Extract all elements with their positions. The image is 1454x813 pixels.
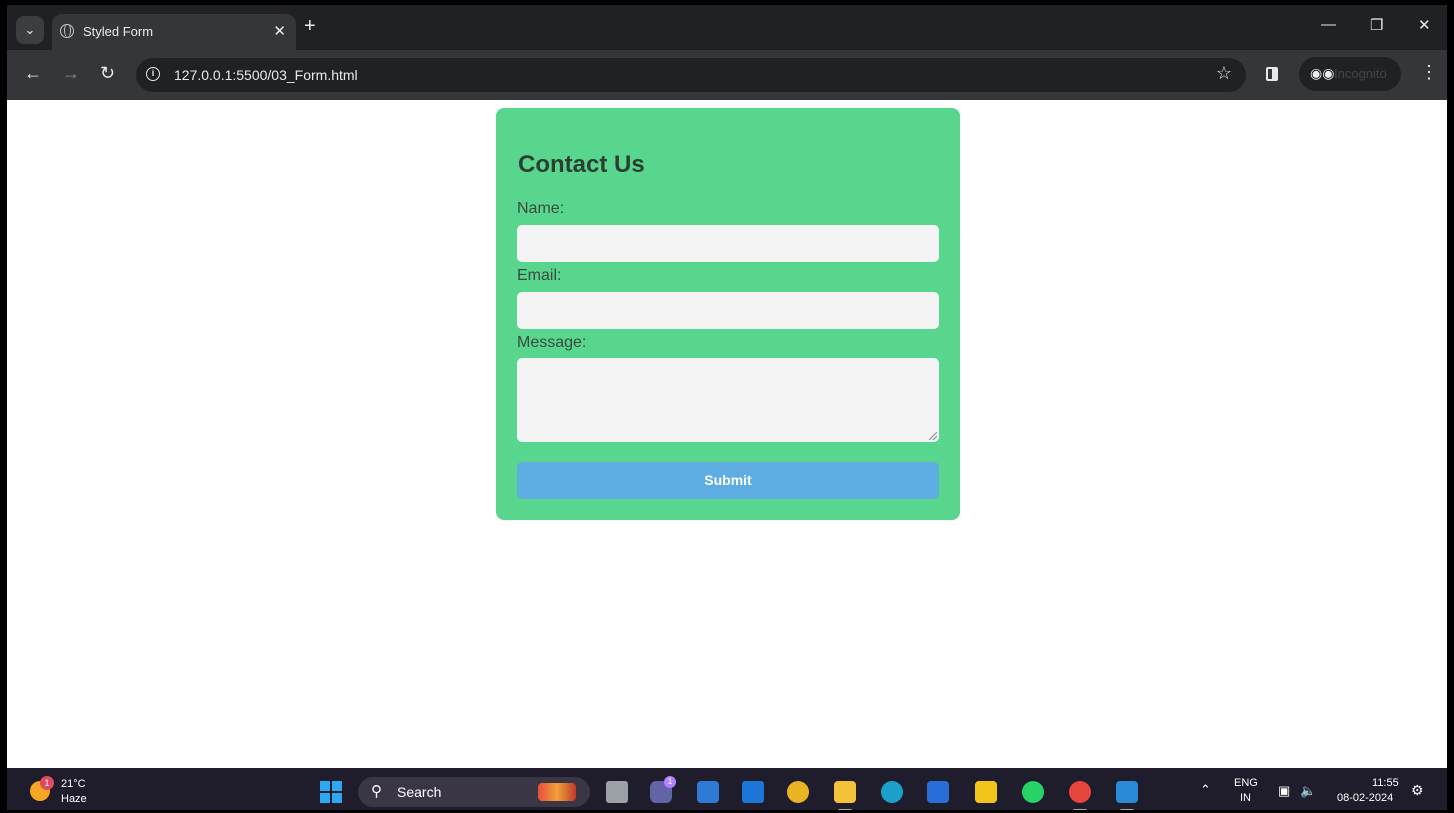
search-label: Search	[397, 784, 442, 800]
reload-icon[interactable]: ↻	[100, 63, 115, 84]
clock-date[interactable]: 08-02-2024	[1337, 792, 1393, 804]
search-icon: ⚲	[371, 783, 382, 800]
notification-icon[interactable]: ⚙	[1411, 782, 1424, 799]
resize-handle-icon[interactable]	[929, 432, 937, 440]
mail-icon[interactable]	[742, 781, 764, 803]
minimize-icon[interactable]: —	[1321, 16, 1336, 33]
url-text[interactable]: 127.0.0.1:5500/03_Form.html	[174, 67, 358, 83]
contact-form: Contact Us Name: Email: Message: Submit	[496, 108, 960, 520]
language-bottom[interactable]: IN	[1240, 792, 1251, 804]
app-icon[interactable]	[927, 781, 949, 803]
tab-title: Styled Form	[83, 24, 154, 39]
message-textarea[interactable]	[517, 358, 939, 442]
sticky-notes-icon[interactable]	[975, 781, 997, 803]
close-icon[interactable]: ✕	[273, 22, 286, 40]
weather-temperature[interactable]: 21°C	[61, 778, 86, 790]
close-window-icon[interactable]: ✕	[1418, 16, 1431, 34]
submit-button[interactable]: Submit	[517, 462, 939, 499]
vscode-icon[interactable]	[1116, 781, 1138, 803]
edge-icon[interactable]	[881, 781, 903, 803]
incognito-icon: ◉◉	[1310, 65, 1335, 81]
address-bar[interactable]: i 127.0.0.1:5500/03_Form.html ☆	[136, 58, 1246, 92]
windows-start-icon[interactable]	[320, 781, 342, 803]
form-title: Contact Us	[518, 151, 645, 178]
email-label: Email:	[517, 267, 562, 284]
page-viewport: Contact Us Name: Email: Message: Submit	[0, 100, 1454, 768]
incognito-button[interactable]: ◉◉ Incognito	[1299, 57, 1401, 91]
chrome-icon[interactable]	[787, 781, 809, 803]
message-label: Message:	[517, 334, 587, 351]
whatsapp-icon[interactable]	[1022, 781, 1044, 803]
store-icon[interactable]	[697, 781, 719, 803]
weather-condition[interactable]: Haze	[61, 793, 87, 805]
globe-icon	[60, 24, 74, 38]
file-explorer-icon[interactable]	[834, 781, 856, 803]
browser-tab-strip: ⌄ Styled Form ✕ + — ❐ ✕	[0, 0, 1454, 50]
star-icon[interactable]: ☆	[1216, 63, 1232, 84]
side-panel-icon[interactable]	[1266, 67, 1278, 81]
back-icon[interactable]: ←	[24, 63, 42, 84]
browser-tab[interactable]: Styled Form ✕	[52, 14, 296, 50]
incognito-label: Incognito	[1334, 66, 1387, 81]
tab-list-icon[interactable]: ⌄	[16, 16, 44, 44]
email-input[interactable]	[517, 292, 939, 329]
chevron-up-icon[interactable]: ⌃	[1200, 782, 1211, 798]
taskbar-search[interactable]: ⚲ Search	[358, 777, 590, 807]
chrome-active-indicator	[1073, 809, 1087, 812]
name-input[interactable]	[517, 225, 939, 262]
windows-taskbar: 1 21°C Haze ⚲ Search 1 ⌃ ENG IN ▣ 🔈 11:5…	[0, 768, 1454, 813]
file-explorer-active-indicator	[838, 809, 852, 812]
name-label: Name:	[517, 200, 565, 217]
forward-icon[interactable]: →	[62, 63, 80, 84]
chrome-incognito-icon[interactable]	[1069, 781, 1091, 803]
info-icon[interactable]: i	[146, 67, 160, 81]
vscode-active-indicator	[1120, 809, 1134, 812]
volume-icon[interactable]: 🔈	[1300, 783, 1316, 799]
screen: ⌄ Styled Form ✕ + — ❐ ✕ ← → ↻ i 127.0.0.…	[0, 0, 1454, 813]
search-highlight-icon	[538, 783, 576, 801]
restore-icon[interactable]: ❐	[1370, 16, 1383, 34]
clock-time[interactable]: 11:55	[1372, 777, 1399, 789]
weather-badge: 1	[40, 776, 54, 790]
language-top[interactable]: ENG	[1234, 777, 1258, 789]
teams-badge: 1	[664, 776, 676, 788]
network-icon[interactable]: ▣	[1278, 783, 1290, 799]
menu-icon[interactable]: ⋮	[1420, 62, 1438, 83]
plus-icon[interactable]: +	[304, 15, 316, 38]
task-view-icon[interactable]	[606, 781, 628, 803]
browser-toolbar: ← → ↻ i 127.0.0.1:5500/03_Form.html ☆ ◉◉…	[0, 50, 1454, 100]
